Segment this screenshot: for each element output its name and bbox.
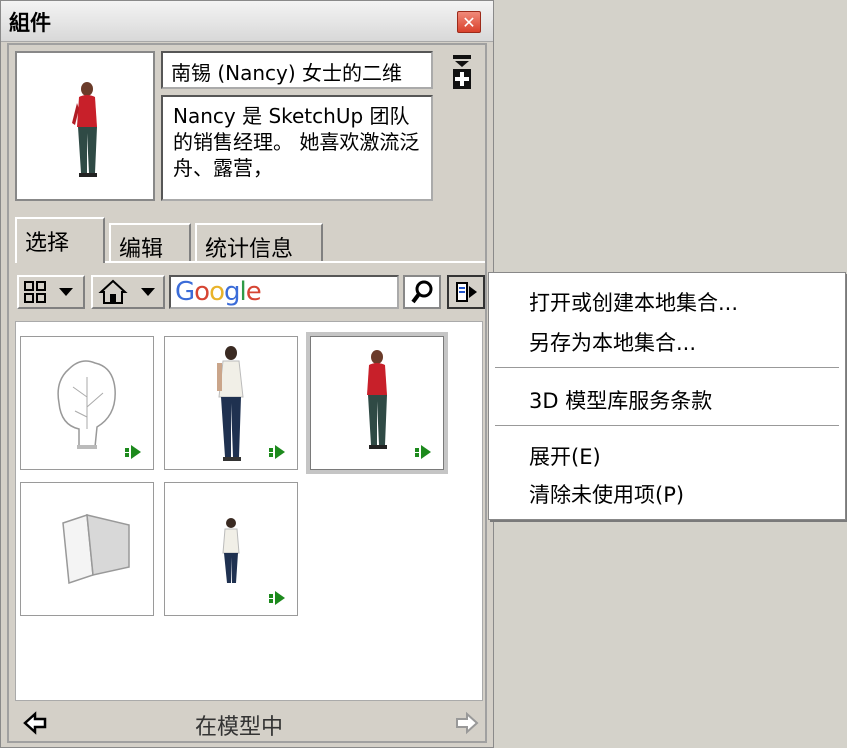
footer-nav: 在模型中 xyxy=(15,705,481,740)
view-options-button[interactable] xyxy=(17,275,85,309)
expand-details-icon xyxy=(453,55,471,89)
download-icon xyxy=(269,591,285,605)
search-button[interactable] xyxy=(403,275,441,309)
model-thumb-person-small[interactable] xyxy=(164,482,298,616)
navigation-button[interactable] xyxy=(91,275,165,309)
menu-separator xyxy=(495,367,839,368)
panel-body: 南锡 (Nancy) 女士的二维 Nancy 是 SketchUp 团队的销售经… xyxy=(7,43,487,743)
window-title: 組件 xyxy=(9,11,51,35)
model-thumb-nancy[interactable] xyxy=(310,336,444,470)
component-name-field[interactable]: 南锡 (Nancy) 女士的二维 xyxy=(161,51,433,89)
menu-item-terms-of-service[interactable]: 3D 模型库服务条款 xyxy=(529,385,712,415)
component-description-field[interactable]: Nancy 是 SketchUp 团队的销售经理。 她喜欢激流泛舟、露营， xyxy=(161,95,433,201)
menu-item-save-as-collection[interactable]: 另存为本地集合... xyxy=(529,327,696,357)
model-grid xyxy=(15,321,483,701)
tab-edit[interactable]: 编辑 xyxy=(109,223,191,262)
search-input[interactable]: Google xyxy=(169,275,399,309)
location-label: 在模型中 xyxy=(195,715,284,740)
magnifier-icon xyxy=(411,280,433,304)
details-toggle-button[interactable] xyxy=(449,53,475,91)
component-preview xyxy=(15,51,155,201)
tab-bar: 选择 编辑 统计信息 xyxy=(15,217,485,263)
woman-figure-icon xyxy=(72,82,97,177)
grid-view-icon xyxy=(24,281,73,303)
box-3d-icon xyxy=(62,513,130,585)
download-icon xyxy=(415,445,431,459)
search-placeholder: Google xyxy=(175,277,262,307)
close-button[interactable]: ✕ xyxy=(457,11,481,33)
browse-toolbar: Google xyxy=(15,271,485,313)
menu-item-purge-unused[interactable]: 清除未使用项(P) xyxy=(529,479,684,509)
tab-statistics[interactable]: 统计信息 xyxy=(195,223,323,262)
home-icon xyxy=(98,279,155,304)
tab-select[interactable]: 选择 xyxy=(15,217,105,263)
menu-item-expand[interactable]: 展开(E) xyxy=(529,441,601,471)
details-menu: 打开或创建本地集合... 另存为本地集合... 3D 模型库服务条款 展开(E)… xyxy=(488,272,846,520)
forward-arrow-icon[interactable] xyxy=(453,711,479,735)
menu-separator xyxy=(495,425,839,426)
details-menu-button[interactable] xyxy=(447,275,485,309)
download-icon xyxy=(125,445,141,459)
model-thumb-tree[interactable] xyxy=(20,336,154,470)
back-arrow-icon[interactable] xyxy=(23,711,49,735)
menu-item-open-create-collection[interactable]: 打开或创建本地集合... xyxy=(529,287,738,317)
model-thumb-man[interactable] xyxy=(164,336,298,470)
download-icon xyxy=(269,445,285,459)
model-thumb-box[interactable] xyxy=(20,482,154,616)
components-panel: 組件 ✕ 南锡 (Nancy) 女士的二维 Nancy 是 SketchUp 团… xyxy=(0,0,494,748)
title-bar[interactable]: 組件 ✕ xyxy=(1,1,493,42)
details-arrow-icon xyxy=(456,282,477,302)
close-icon: ✕ xyxy=(462,13,476,32)
